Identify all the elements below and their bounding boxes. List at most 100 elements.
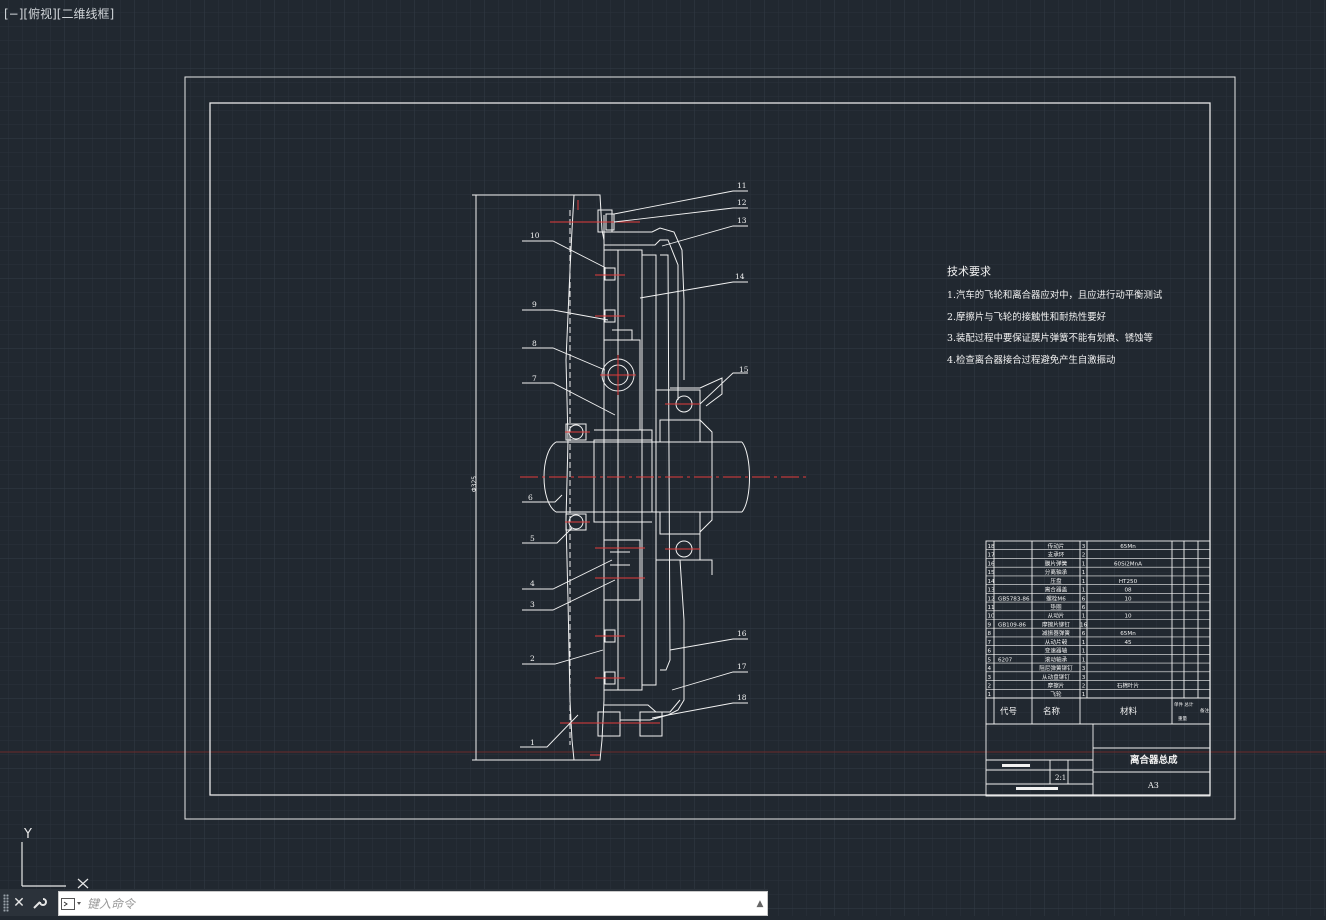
parts-cell-qty: 1 <box>1082 561 1086 567</box>
dimension-text: Φ325 <box>471 476 478 492</box>
balloon-14: 14 <box>735 272 745 281</box>
parts-cell-name: 减振器弹簧 <box>1042 629 1070 637</box>
parts-cell-qty: 1 <box>1082 570 1086 576</box>
parts-cell-name: 摩擦片 <box>1048 681 1065 689</box>
parts-cell-no: 14 <box>988 579 996 585</box>
balloon-18: 18 <box>737 693 747 702</box>
parts-cell-qty: 6 <box>1082 596 1086 602</box>
balloon-9: 9 <box>532 300 537 309</box>
model-space[interactable]: 1 2 3 4 5 6 7 8 9 10 11 12 13 14 15 16 1… <box>0 0 1326 916</box>
parts-cell-no: 5 <box>988 657 992 663</box>
parts-cell-no: 7 <box>988 640 992 646</box>
parts-cell-name: 离合器盖 <box>1045 586 1068 594</box>
parts-cell-name: 从动片毂 <box>1045 638 1068 646</box>
parts-cell-name: 从动盘铆钉 <box>1042 673 1070 681</box>
wrench-icon[interactable] <box>29 891 49 915</box>
parts-cell-name: 螺栓M6 <box>1046 594 1066 602</box>
parts-cell-code: GB5783-86 <box>998 596 1030 602</box>
parts-cell-material: HT250 <box>1119 579 1138 585</box>
parts-cell-name: 垫圈 <box>1050 603 1062 611</box>
scale-value: 2:1 <box>1055 774 1066 782</box>
parts-cell-qty: 1 <box>1082 640 1086 646</box>
parts-cell-qty: 2 <box>1082 683 1086 689</box>
parts-cell-no: 6 <box>988 649 992 655</box>
balloon-7: 7 <box>532 374 537 383</box>
parts-cell-code: 6207 <box>998 657 1013 663</box>
parts-cell-no: 12 <box>988 596 995 602</box>
parts-cell-qty: 1 <box>1082 588 1086 594</box>
balloon-1: 1 <box>530 738 535 747</box>
balloon-4: 4 <box>530 579 535 588</box>
parts-cell-qty: 1 <box>1082 649 1086 655</box>
balloon-6: 6 <box>528 493 533 502</box>
balloon-3: 3 <box>530 600 535 609</box>
tech-note-3: 3.装配过程中要保证膜片弹簧不能有划痕、锈蚀等 <box>947 332 1153 344</box>
parts-cell-material: 60Si2MnA <box>1114 561 1142 567</box>
tech-note-1: 1.汽车的飞轮和离合器应对中，且应进行动平衡测试 <box>947 289 1163 301</box>
balloon-15: 15 <box>739 365 749 374</box>
tech-note-2: 2.摩擦片与飞轮的接触性和耐热性要好 <box>947 311 1106 323</box>
parts-cell-qty: 16 <box>1080 622 1088 628</box>
parts-cell-code: GB109-86 <box>998 622 1026 628</box>
parts-cell-no: 11 <box>988 605 996 611</box>
balloon-11: 11 <box>737 181 747 190</box>
parts-cell-name: 变速器轴 <box>1045 647 1068 655</box>
header-code: 代号 <box>1000 706 1017 717</box>
balloon-2: 2 <box>530 654 535 663</box>
parts-cell-material: 65Mn <box>1120 631 1136 637</box>
parts-cell-name: 摩擦片铆钉 <box>1042 620 1070 628</box>
parts-cell-qty: 3 <box>1082 544 1086 550</box>
parts-cell-qty: 6 <box>1082 605 1086 611</box>
parts-cell-material: 10 <box>1124 596 1132 602</box>
parts-cell-no: 15 <box>988 570 996 576</box>
balloon-10: 10 <box>530 231 540 240</box>
parts-cell-name: 阻尼弹簧铆钉 <box>1039 664 1073 672</box>
command-input-box[interactable]: ▲ <box>58 891 768 916</box>
parts-cell-qty: 1 <box>1082 657 1086 663</box>
header-name: 名称 <box>1043 706 1061 717</box>
history-up-icon[interactable]: ▲ <box>753 899 767 909</box>
parts-cell-name: 支承环 <box>1048 551 1065 559</box>
viewport-controls[interactable]: [−][俯视][二维线框] <box>4 5 114 22</box>
parts-cell-material: 45 <box>1124 640 1132 646</box>
close-icon[interactable]: ✕ <box>9 891 29 915</box>
drawing-canvas[interactable]: 1 2 3 4 5 6 7 8 9 10 11 12 13 14 15 16 1… <box>0 0 1326 916</box>
parts-cell-material: 65Mn <box>1120 544 1136 550</box>
parts-cell-qty: 1 <box>1082 614 1086 620</box>
balloon-13: 13 <box>737 216 747 225</box>
command-input[interactable] <box>85 892 753 915</box>
balloon-12: 12 <box>737 198 747 207</box>
parts-cell-no: 2 <box>988 683 992 689</box>
parts-cell-no: 8 <box>988 631 992 637</box>
parts-cell-qty: 1 <box>1082 692 1086 698</box>
parts-cell-qty: 6 <box>1082 631 1086 637</box>
parts-cell-qty: 3 <box>1082 675 1086 681</box>
parts-cell-name: 膜片弹簧 <box>1045 559 1068 567</box>
parts-cell-material: 08 <box>1124 588 1132 594</box>
ucs-y-label: Y <box>23 827 32 842</box>
parts-cell-no: 16 <box>988 561 996 567</box>
parts-cell-qty: 1 <box>1082 579 1086 585</box>
parts-cell-no: 3 <box>988 675 992 681</box>
parts-cell-no: 13 <box>988 588 996 594</box>
parts-cell-qty: 3 <box>1082 666 1086 672</box>
tech-title: 技术要求 <box>947 265 991 278</box>
parts-cell-name: 压盘 <box>1050 577 1062 585</box>
balloon-17: 17 <box>737 662 747 671</box>
parts-cell-name: 滚动轴承 <box>1045 655 1068 663</box>
balloon-5: 5 <box>530 534 535 543</box>
prompt-icon[interactable] <box>59 895 85 913</box>
header-material: 材料 <box>1120 706 1138 717</box>
drawing-title: 离合器总成 <box>1130 754 1178 766</box>
parts-cell-no: 9 <box>988 622 992 628</box>
parts-cell-name: 从动片 <box>1048 612 1065 620</box>
parts-cell-material: 10 <box>1124 614 1132 620</box>
parts-cell-name: 传动片 <box>1048 542 1065 550</box>
parts-cell-no: 1 <box>988 692 992 698</box>
parts-cell-name: 分离轴承 <box>1045 568 1068 576</box>
sheet-size: A3 <box>1147 781 1159 790</box>
parts-cell-qty: 2 <box>1082 553 1086 559</box>
grid <box>0 0 1326 916</box>
command-bar: ✕ ▲ <box>0 889 768 916</box>
parts-cell-no: 4 <box>988 666 992 672</box>
